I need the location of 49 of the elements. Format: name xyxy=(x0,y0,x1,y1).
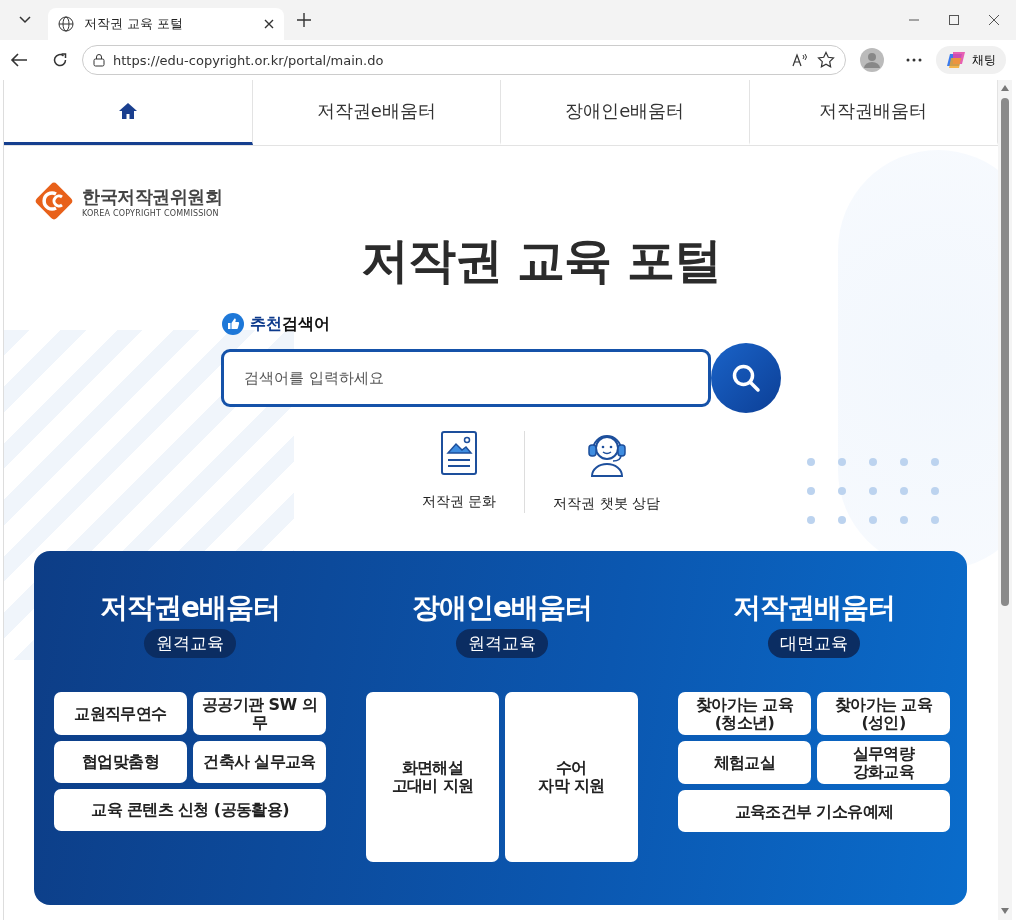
back-arrow-icon[interactable] xyxy=(10,52,28,68)
close-icon[interactable] xyxy=(988,14,1000,26)
document-image-icon xyxy=(441,431,478,475)
read-aloud-icon[interactable] xyxy=(791,52,809,68)
home-tab[interactable] xyxy=(4,80,253,145)
program-button[interactable]: 실무역량 강화교육 xyxy=(817,741,950,785)
quick-link[interactable]: 저작권 문화 xyxy=(393,431,525,513)
program-button[interactable]: 화면해설 고대비 지원 xyxy=(366,692,499,862)
globe-icon xyxy=(58,16,74,32)
program-title: 저작권e배움터 xyxy=(100,590,280,626)
maximize-icon[interactable] xyxy=(948,14,960,26)
scrollbar[interactable] xyxy=(998,80,1012,920)
program-button[interactable]: 교육 콘텐츠 신청 (공동활용) xyxy=(54,789,326,832)
program-type-badge: 대면교육 xyxy=(768,629,860,658)
chat-button[interactable]: 채팅 xyxy=(936,46,1006,74)
new-tab-icon[interactable] xyxy=(296,12,312,28)
program-button[interactable]: 찾아가는 교육 (성인) xyxy=(817,692,950,736)
program-title: 저작권배움터 xyxy=(733,590,895,626)
program-button[interactable]: 수어 자막 지원 xyxy=(505,692,638,862)
home-icon xyxy=(117,102,138,120)
program-button[interactable]: 건축사 실무교육 xyxy=(193,741,326,784)
quick-link[interactable]: 저작권 챗봇 상담 xyxy=(525,431,689,513)
tab-title: 저작권 교육 포털 xyxy=(84,15,185,33)
close-icon[interactable] xyxy=(264,19,274,29)
page-title: 저작권 교육 포털 xyxy=(359,231,723,290)
recommended-keywords-label: 추천검색어 xyxy=(250,313,330,335)
search-field[interactable]: 검색어를 입력하세요 xyxy=(221,349,711,407)
copilot-logo-icon xyxy=(946,50,966,70)
more-icon[interactable] xyxy=(906,58,922,62)
thumbs-up-icon xyxy=(222,313,244,335)
reload-icon[interactable] xyxy=(52,52,68,68)
organization-name: 한국저작권위원회 xyxy=(82,184,222,209)
program-type-badge: 원격교육 xyxy=(456,629,548,658)
program-button[interactable]: 공공기관 SW 의무 xyxy=(193,692,326,736)
browser-tab[interactable]: 저작권 교육 포털 xyxy=(48,8,284,40)
profile-avatar-icon[interactable] xyxy=(860,48,884,72)
program-button[interactable]: 체험교실 xyxy=(678,741,811,785)
organization-subtitle: KOREA COPYRIGHT COMMISSION xyxy=(82,208,220,218)
program-button[interactable]: 교원직무연수 xyxy=(54,692,187,736)
tab-list-caret-icon[interactable] xyxy=(18,15,32,25)
program-title: 장애인e배움터 xyxy=(412,590,592,626)
program-button[interactable]: 찾아가는 교육 (청소년) xyxy=(678,692,811,736)
url-text: https://edu-copyright.or.kr/portal/main.do xyxy=(113,52,385,68)
program-type-badge: 원격교육 xyxy=(144,629,236,658)
program-button[interactable]: 교육조건부 기소유예제 xyxy=(678,790,950,833)
search-icon xyxy=(731,363,761,393)
star-icon[interactable] xyxy=(817,51,835,69)
program-button[interactable]: 협업맞춤형 xyxy=(54,741,187,784)
lock-icon xyxy=(93,53,105,67)
